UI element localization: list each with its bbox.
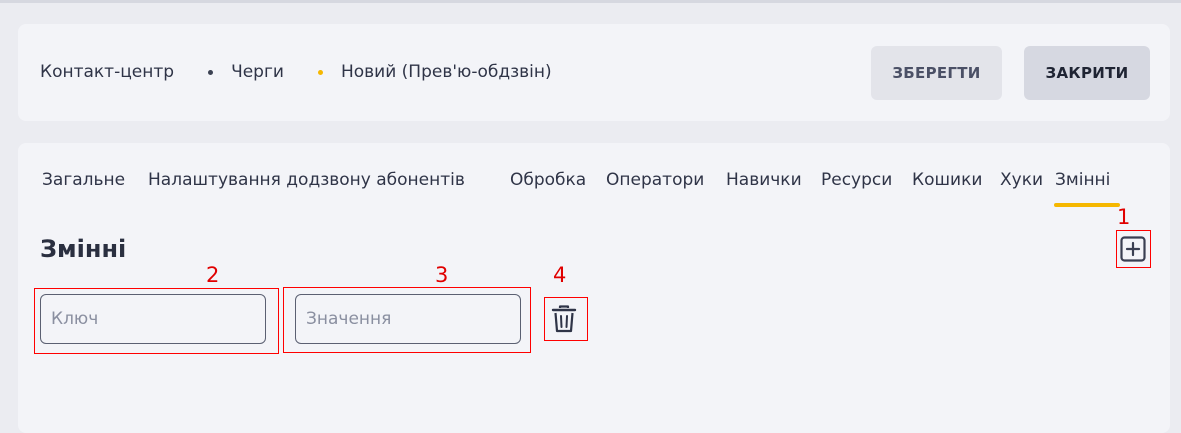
breadcrumb-item-current: Новий (Прев'ю-обдзвін) <box>340 62 552 82</box>
tab-skills[interactable]: Навички <box>726 170 802 190</box>
breadcrumb-separator <box>208 69 214 75</box>
section-title: Змінні <box>40 235 127 263</box>
tab-resources[interactable]: Ресурси <box>821 170 892 190</box>
annotation-box-4 <box>544 297 588 341</box>
annotation-box-1 <box>1116 230 1151 268</box>
tab-processing[interactable]: Обробка <box>510 170 586 190</box>
breadcrumb: Контакт-центр Черги Новий (Прев'ю-обдзві… <box>40 61 552 83</box>
active-tab-indicator <box>1054 203 1120 207</box>
annotation-label-3: 3 <box>435 263 449 287</box>
annotation-label-1: 1 <box>1117 205 1131 229</box>
tab-variables[interactable]: Змінні <box>1055 170 1110 190</box>
tab-general[interactable]: Загальне <box>42 170 125 190</box>
save-button[interactable]: ЗБЕРЕГТИ <box>871 46 1002 100</box>
top-border <box>0 0 1181 3</box>
breadcrumb-item-contact-center[interactable]: Контакт-центр <box>40 62 174 82</box>
breadcrumb-item-queues[interactable]: Черги <box>231 62 284 82</box>
breadcrumb-separator-active <box>317 69 323 75</box>
annotation-box-3 <box>283 287 531 353</box>
close-button[interactable]: ЗАКРИТИ <box>1024 46 1150 100</box>
tab-operators[interactable]: Оператори <box>606 170 704 190</box>
annotation-label-4: 4 <box>553 263 567 287</box>
annotation-box-2 <box>34 288 279 354</box>
header-card: Контакт-центр Черги Новий (Прев'ю-обдзві… <box>18 24 1170 121</box>
tab-baskets[interactable]: Кошики <box>912 170 982 190</box>
tab-dial-settings[interactable]: Налаштування додзвону абонентів <box>148 170 465 190</box>
tab-hooks[interactable]: Хуки <box>1000 170 1043 190</box>
annotation-label-2: 2 <box>206 263 220 287</box>
